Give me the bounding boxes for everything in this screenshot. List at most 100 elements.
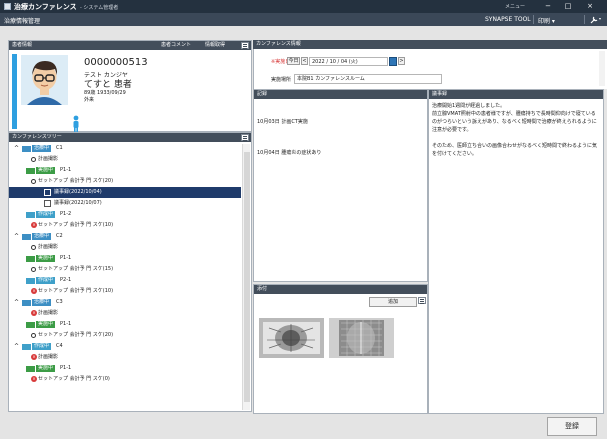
print-button[interactable]: 印刷 ▾ (538, 16, 555, 25)
minutes-panel-title: 議事録 (432, 91, 448, 97)
section-title: 治療情報管理 (4, 18, 41, 25)
tree-row[interactable]: × 計画撮影 (9, 352, 241, 363)
tree-row[interactable]: × 計画撮影 (9, 308, 241, 319)
tree-row[interactable]: ^ 治療中 C2 (9, 231, 241, 242)
hamburger-icon[interactable] (241, 42, 249, 49)
tree-scrollbar[interactable] (242, 144, 250, 410)
tree-row-label: 議事録(2022/10/07) (54, 200, 102, 206)
date-field[interactable]: 2022 / 10 / 04 (火) (309, 57, 388, 66)
expand-caret-icon[interactable]: ^ (14, 143, 19, 154)
tree-row-label: セットアップ 会計予 門 スケ(10) (38, 288, 114, 294)
tree-row[interactable]: セットアップ 会計予 門 スケ(15) (9, 264, 241, 275)
app-icon (4, 3, 11, 10)
tree-row-selected[interactable]: 議事録(2022/10/04) (9, 187, 241, 198)
tree-row-label: 計画撮影 (38, 310, 59, 316)
panel-scrollbar[interactable] (599, 51, 605, 86)
prev-date-button[interactable]: < (301, 57, 308, 65)
done-circle-icon (31, 267, 36, 272)
tree-row[interactable]: セットアップ 会計予 門 スケ(20) (9, 176, 241, 187)
patient-department: 外来 (84, 97, 95, 103)
folder-icon (22, 344, 31, 350)
status-tag: 実施中 (36, 255, 56, 262)
patient-panel-title: 患者情報 (12, 42, 33, 48)
record-panel-header: 記録 (254, 90, 427, 99)
tree-row[interactable]: 作成中 P1-2 (9, 209, 241, 220)
divider (533, 15, 534, 24)
footer-bar (0, 414, 607, 439)
status-tag: 実施中 (36, 365, 56, 372)
expand-caret-icon[interactable]: ^ (14, 297, 19, 308)
add-button[interactable]: 追加 (369, 297, 417, 307)
avatar (21, 55, 68, 105)
tree-row[interactable]: 実施中 P1-1 (9, 319, 241, 330)
record-panel-title: 記録 (257, 91, 268, 97)
status-tag: 作成中 (36, 277, 56, 284)
tree-row-label: C3 (56, 299, 63, 305)
app-title: 治療カンファレンス (14, 3, 77, 11)
expand-caret-icon[interactable]: ^ (14, 341, 19, 352)
hamburger-icon[interactable] (418, 297, 426, 304)
register-button[interactable]: 登録 (547, 417, 597, 436)
folder-icon (26, 366, 35, 372)
tree-row[interactable]: 実施中 P1-1 (9, 165, 241, 176)
scroll-thumb[interactable] (244, 152, 250, 402)
patient-comment-button[interactable]: 患者コメント (161, 42, 191, 49)
tree-row[interactable]: 議事録(2022/10/07) (9, 198, 241, 209)
document-icon (44, 189, 51, 196)
tree-row-label: セットアップ 会計予 門 スケ(15) (38, 266, 114, 272)
record-panel: 記録 10月03日 計画CT実施 10月04日 腫瘍炎の症状あり (253, 89, 428, 282)
tree-row[interactable]: ^ 作成中 C4 (9, 341, 241, 352)
menu-button[interactable]: メニュー (505, 3, 525, 10)
folder-icon (26, 256, 35, 262)
done-circle-icon (31, 157, 36, 162)
hamburger-icon[interactable] (241, 134, 249, 141)
tree-row-label: セットアップ 会計予 門 スケ(10) (38, 222, 114, 228)
folder-icon (22, 234, 31, 240)
next-date-button[interactable]: > (398, 57, 405, 65)
synapse-tool-button[interactable]: SYNAPSE TOOL (485, 16, 531, 23)
tree-row-label: C4 (56, 343, 63, 349)
status-tag: 治療中 (32, 299, 52, 306)
tree-row[interactable]: 作成中 P2-1 (9, 275, 241, 286)
wrench-icon[interactable] (590, 15, 602, 26)
place-field[interactable]: 本院B1 カンファレンスルーム (294, 74, 442, 84)
person-icon (71, 115, 81, 133)
attachment-thumbnail[interactable] (329, 318, 394, 358)
tree-row[interactable]: 計画撮影 (9, 154, 241, 165)
tree-row[interactable]: ^ 治療中 C1 (9, 143, 241, 154)
avatar-accent-bar (12, 54, 17, 129)
minimize-button[interactable]: − (540, 1, 556, 11)
calendar-icon[interactable] (389, 57, 397, 66)
record-text[interactable]: 10月03日 計画CT実施 10月04日 腫瘍炎の症状あり (254, 99, 427, 281)
done-circle-icon (31, 333, 36, 338)
maximize-button[interactable]: □ (560, 1, 576, 11)
tree-row[interactable]: × セットアップ 会計予 門 スケ(0) (9, 374, 241, 385)
tree-panel-title: カンファレンスツリー (12, 134, 62, 140)
tree-row[interactable]: 計画撮影 (9, 242, 241, 253)
tree-row[interactable]: × セットアップ 会計予 門 スケ(10) (9, 220, 241, 231)
close-button[interactable]: × (582, 1, 598, 11)
tree-row[interactable]: セットアップ 会計予 門 スケ(20) (9, 330, 241, 341)
tree-row[interactable]: × セットアップ 会計予 門 スケ(10) (9, 286, 241, 297)
tree-row-label: P1-2 (60, 211, 72, 217)
status-tag: 実施中 (36, 167, 56, 174)
attachment-thumbnail[interactable] (259, 318, 324, 358)
info-fetch-button[interactable]: 情報取得 (205, 42, 225, 49)
tree-row[interactable]: 実施中 P1-1 (9, 363, 241, 374)
done-circle-icon (31, 245, 36, 250)
status-tag: 作成中 (36, 211, 56, 218)
tree-row[interactable]: ^ 治療中 C3 (9, 297, 241, 308)
attachment-panel: 添付 追加 (253, 284, 428, 414)
document-icon (44, 200, 51, 207)
x-circle-icon: × (31, 222, 37, 228)
status-tag: 実施中 (36, 321, 56, 328)
expand-caret-icon[interactable]: ^ (14, 231, 19, 242)
minutes-text[interactable]: 治療開始1週間が経過しました。 前立腺VMAT照射中の患者様ですが、腫瘍持ちで長… (429, 99, 603, 413)
status-tag: 治療中 (32, 233, 52, 240)
status-tag: 作成中 (32, 343, 52, 350)
minutes-panel-header: 議事録 (429, 90, 603, 99)
patient-panel: 患者情報 患者コメント 情報取得 0000000513 テスト カンジヤ てすと… (8, 40, 252, 132)
tree-row[interactable]: 実施中 P1-1 (9, 253, 241, 264)
tree-row-label: P1-1 (60, 365, 72, 371)
today-button[interactable]: 今日 (287, 57, 300, 65)
